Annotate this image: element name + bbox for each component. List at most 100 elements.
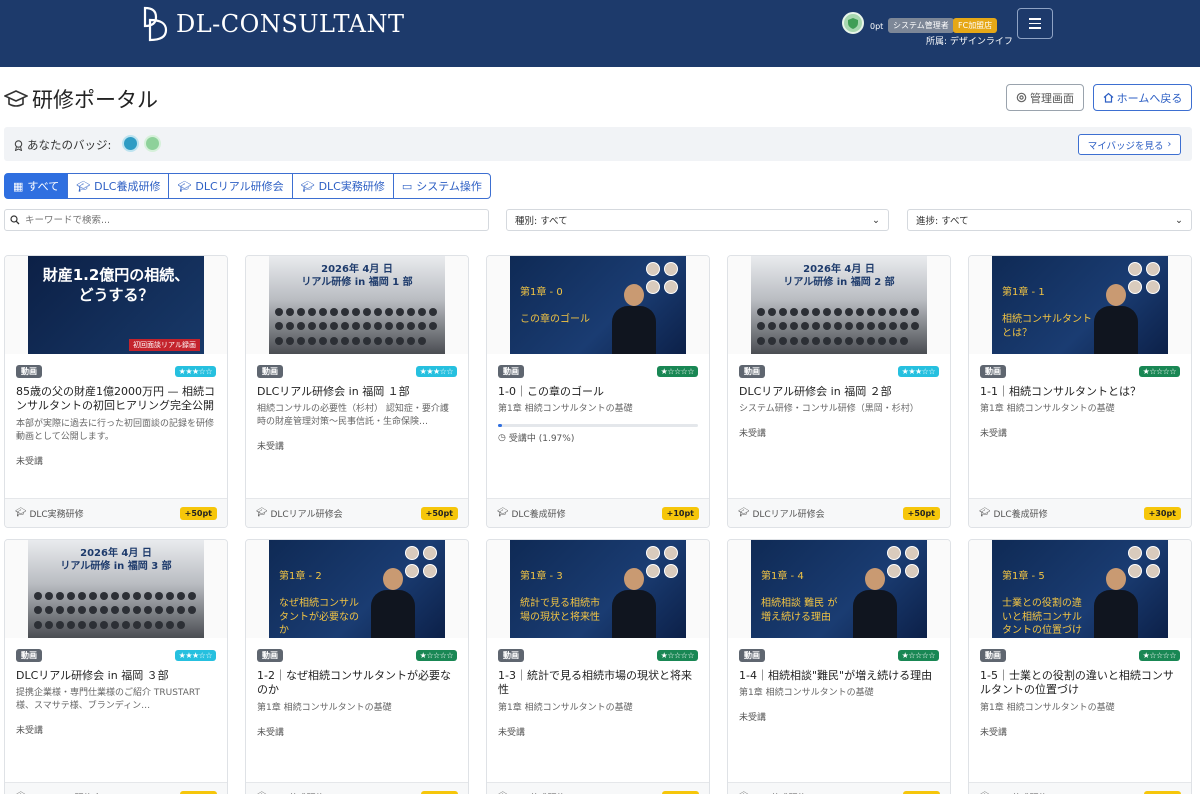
kind-select-value: 種別: すべて xyxy=(515,216,568,227)
badges-label: あなたのバッジ: xyxy=(14,137,111,153)
course-category-text: DLC養成研修 xyxy=(752,791,806,794)
course-category: 🎓︎ DLC実務研修 xyxy=(15,507,84,520)
course-title[interactable]: 85歳の父の財産1億2000万円 — 相続コンサルタントの初回ヒアリング完全公開 xyxy=(16,385,216,414)
brand-logo[interactable]: DL-CONSULTANT xyxy=(142,6,405,42)
course-card[interactable]: 第1章 - 0 この章のゴール動画 ★☆☆☆☆ 1-0｜この章のゴール 第1章 相続コ… xyxy=(486,255,710,528)
badge-lightbulb-icon[interactable] xyxy=(122,135,139,152)
course-title[interactable]: 1-4｜相続相談"難民"が増え続ける理由 xyxy=(739,669,939,683)
thumbnail-caption: 2026年 4月 日 リアル研修 in 福岡 3 部 xyxy=(60,548,172,572)
difficulty-stars: ★★★☆☆ xyxy=(897,366,939,377)
badge-leaf-icon[interactable] xyxy=(144,135,161,152)
card-body: 動画 ★☆☆☆☆ 1-5｜士業との役割の違いと相続コンサルタントの位置づけ 第1章 相… xyxy=(969,638,1191,738)
clock-icon: ◷ xyxy=(498,432,506,443)
card-body: 動画 ★☆☆☆☆ 1-4｜相続相談"難民"が増え続ける理由 第1章 相続コンサルタント… xyxy=(728,638,950,723)
course-card[interactable]: 第1章 - 2 なぜ相続コンサル タントが必要なの か動画 ★☆☆☆☆ 1-2｜なぜ… xyxy=(245,539,469,794)
course-category-text: DLC養成研修 xyxy=(511,509,566,520)
type-badge: 動画 xyxy=(16,365,42,378)
course-thumbnail[interactable]: 第1章 - 5 士業との役割の違 いと相続コンサル タントの位置づけ xyxy=(969,540,1191,638)
course-category: 🎓︎DLC養成研修 xyxy=(738,791,807,794)
category-tabs: ▦ すべて 🎓︎ DLC養成研修 🎓︎ DLCリアル研修会 🎓︎ DLC実務研修… xyxy=(4,173,491,199)
course-title[interactable]: 1-1｜相続コンサルタントとは？ xyxy=(980,385,1180,399)
tab-system-operation[interactable]: ▭ システム操作 xyxy=(392,173,491,199)
course-thumbnail[interactable]: 第1章 - 3 統計で見る相続市 場の現状と将来性 xyxy=(487,540,709,638)
course-title[interactable]: 1-0｜この章のゴール xyxy=(498,385,698,399)
course-thumbnail[interactable]: 第1章 - 4 相続相談 難民 が 増え続ける理由 xyxy=(728,540,950,638)
course-category-text: DLCリアル研修会 xyxy=(270,509,343,520)
back-home-button[interactable]: ホームへ戻る xyxy=(1093,84,1192,111)
difficulty-stars: ★☆☆☆☆ xyxy=(656,650,698,661)
card-footer: 🎓︎DLC養成研修 +30pt xyxy=(728,782,950,794)
card-footer: 🎓︎DLCリアル研修会 +50pt xyxy=(728,498,950,527)
course-thumbnail[interactable]: 財産1.2億円の相続、 どうする？ 初回面談リアル録画 xyxy=(5,256,227,354)
card-meta: 動画 ★★★☆☆ xyxy=(739,365,939,378)
user-shield-icon[interactable] xyxy=(842,12,864,34)
my-badges-button[interactable]: マイバッジを見る › xyxy=(1078,134,1181,155)
course-card[interactable]: 2026年 4月 日 リアル研修 in 福岡 2 部動画 ★★★☆☆ DLCリアル研… xyxy=(727,255,951,528)
course-description: 第1章 相続コンサルタントの基礎 xyxy=(498,404,633,415)
course-title[interactable]: 1-5｜士業との役割の違いと相続コンサルタントの位置づけ xyxy=(980,669,1180,698)
course-title[interactable]: DLCリアル研修会 in 福岡 １部 xyxy=(257,385,457,399)
graduation-cap-icon: 🎓︎ xyxy=(300,179,315,193)
course-card[interactable]: 第1章 - 4 相続相談 難民 が 増え続ける理由動画 ★☆☆☆☆ 1-4｜相続相談… xyxy=(727,539,951,794)
tab-label: システム操作 xyxy=(416,180,482,193)
course-thumbnail[interactable]: 第1章 - 1 相続コンサルタント とは？ xyxy=(969,256,1191,354)
card-meta: 動画 ★☆☆☆☆ xyxy=(980,649,1180,662)
progress-select[interactable]: 進捗: すべて ⌄ xyxy=(907,209,1192,231)
card-body: 動画 ★☆☆☆☆ 1-2｜なぜ相続コンサルタントが必要なのか 第1章 相続コンサルタン… xyxy=(246,638,468,738)
course-thumbnail[interactable]: 第1章 - 2 なぜ相続コンサル タントが必要なの か xyxy=(246,540,468,638)
progress-status: ◷ 受講中 (1.97%) xyxy=(498,431,698,445)
course-title[interactable]: DLCリアル研修会 in 福岡 ２部 xyxy=(739,385,939,399)
course-card[interactable]: 財産1.2億円の相続、 どうする？ 初回面談リアル録画 動画 ★★★☆☆ 85歳の父の財… xyxy=(4,255,228,528)
course-card[interactable]: 第1章 - 3 統計で見る相続市 場の現状と将来性 動画 ★☆☆☆☆ 1-3｜統計で見… xyxy=(486,539,710,794)
presenter-figure xyxy=(853,568,897,638)
thumbnail-image: 第1章 - 1 相続コンサルタント とは？ xyxy=(992,256,1168,354)
course-description: システム研修・コンサル研修（黒岡・杉村） xyxy=(739,404,919,415)
card-meta: 動画 ★☆☆☆☆ xyxy=(980,365,1180,378)
dl-logo-icon xyxy=(143,6,168,42)
course-title[interactable]: DLCリアル研修会 in 福岡 ３部 xyxy=(16,669,216,683)
type-badge: 動画 xyxy=(980,649,1006,662)
course-title[interactable]: 1-2｜なぜ相続コンサルタントが必要なのか xyxy=(257,669,457,698)
graduation-cap-icon: 🎓︎ xyxy=(979,508,991,518)
presenter-figure xyxy=(1094,284,1138,354)
course-card[interactable]: 第1章 - 1 相続コンサルタント とは？ 動画 ★☆☆☆☆ 1-1｜相続コンサルタン… xyxy=(968,255,1192,528)
thumbnail-caption: 第1章 - 2 なぜ相続コンサル タントが必要なの か xyxy=(279,571,359,636)
gear-icon xyxy=(1016,92,1027,103)
admin-panel-label: 管理画面 xyxy=(1030,91,1074,105)
tab-dlc-practical[interactable]: 🎓︎ DLC実務研修 xyxy=(291,173,394,199)
search-input[interactable] xyxy=(25,214,475,226)
tab-dlc-training[interactable]: 🎓︎ DLC養成研修 xyxy=(67,173,170,199)
course-category-text: DLC養成研修 xyxy=(993,791,1047,794)
points-badge: +50pt xyxy=(179,506,217,520)
course-thumbnail[interactable]: 2026年 4月 日 リアル研修 in 福岡 3 部 xyxy=(5,540,227,638)
card-meta: 動画 ★☆☆☆☆ xyxy=(498,365,698,378)
kind-select[interactable]: 種別: すべて ⌄ xyxy=(506,209,889,231)
course-card[interactable]: 2026年 4月 日 リアル研修 in 福岡 1 部動画 ★★★☆☆ DLCリアル研… xyxy=(245,255,469,528)
thumbnail-image: 第1章 - 5 士業との役割の違 いと相続コンサル タントの位置づけ xyxy=(992,540,1168,638)
tab-all[interactable]: ▦ すべて xyxy=(4,173,69,199)
thumbnail-caption: 第1章 - 4 相続相談 難民 が 増え続ける理由 xyxy=(761,571,838,623)
points-badge: +50pt xyxy=(179,790,217,794)
course-thumbnail[interactable]: 2026年 4月 日 リアル研修 in 福岡 1 部 xyxy=(246,256,468,354)
course-category: 🎓︎DLC養成研修 xyxy=(497,507,566,520)
course-category-text: DLC養成研修 xyxy=(270,791,324,794)
thumbnail-caption: 2026年 4月 日 リアル研修 in 福岡 1 部 xyxy=(301,264,413,288)
points-badge: +20pt xyxy=(661,790,699,794)
card-meta: 動画 ★☆☆☆☆ xyxy=(739,649,939,662)
course-card[interactable]: 2026年 4月 日 リアル研修 in 福岡 3 部動画 ★★★☆☆ DLCリアル研… xyxy=(4,539,228,794)
seminar-crowd xyxy=(34,592,198,632)
card-body: 動画 ★★★☆☆ DLCリアル研修会 in 福岡 ３部提携企業様・専門仕業様のご紹介… xyxy=(5,638,227,736)
admin-panel-button[interactable]: 管理画面 xyxy=(1006,84,1084,111)
tab-dlc-real-seminar[interactable]: 🎓︎ DLCリアル研修会 xyxy=(168,173,293,199)
course-description: 提携企業様・専門仕業様のご紹介 TRUSTART様、スマサテ様、ブランディン… xyxy=(16,688,200,712)
course-category-text: DLCリアル研修会 xyxy=(29,791,101,794)
course-thumbnail[interactable]: 第1章 - 0 この章のゴール xyxy=(487,256,709,354)
type-badge: 動画 xyxy=(257,365,283,378)
course-card[interactable]: 第1章 - 5 士業との役割の違 いと相続コンサル タントの位置づけ動画 ★☆☆☆… xyxy=(968,539,1192,794)
card-meta: 動画 ★★★☆☆ xyxy=(16,649,216,662)
course-status: 未受講 xyxy=(498,727,526,738)
course-thumbnail[interactable]: 2026年 4月 日 リアル研修 in 福岡 2 部 xyxy=(728,256,950,354)
course-description: 第1章 相続コンサルタントの基礎 xyxy=(739,688,874,699)
course-title[interactable]: 1-3｜統計で見る相続市場の現状と将来性 xyxy=(498,669,698,698)
hamburger-menu-button[interactable] xyxy=(1017,8,1053,39)
